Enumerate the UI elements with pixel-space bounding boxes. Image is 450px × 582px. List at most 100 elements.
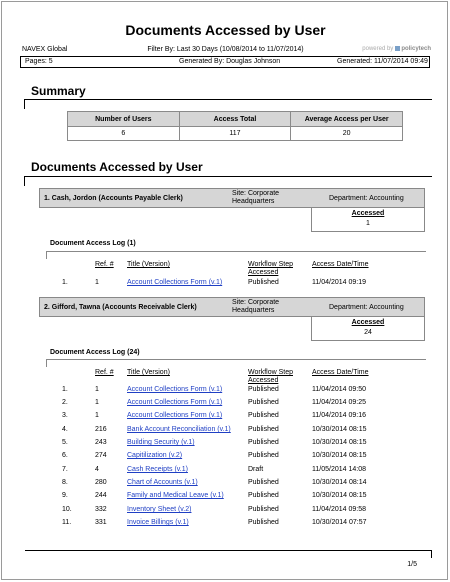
table-row: 5. 243 Building Security (v.1) Published… <box>2 439 449 452</box>
row-access-date: 11/04/2014 09:19 <box>312 279 366 286</box>
generated-at: Generated: 11/07/2014 09:49 <box>337 58 428 65</box>
row-access-date: 10/30/2014 08:15 <box>312 452 367 459</box>
column-ref: Ref. # <box>95 369 114 376</box>
row-access-date: 10/30/2014 08:15 <box>312 492 367 499</box>
document-link[interactable]: Invoice Billings (v.1) <box>127 519 189 526</box>
user-site: Site: Corporate Headquarters <box>232 190 280 205</box>
document-link[interactable]: Building Security (v.1) <box>127 439 195 446</box>
brand-logo: powered by policytech <box>362 46 431 52</box>
user-department: Department: Accounting <box>329 304 404 311</box>
row-number: 4. <box>62 426 68 433</box>
row-workflow-step: Published <box>248 519 279 526</box>
document-link[interactable]: Bank Account Reconciliation (v.1) <box>127 426 231 433</box>
footer-divider <box>25 550 432 558</box>
policytech-icon <box>395 46 401 51</box>
row-workflow-step: Published <box>248 426 279 433</box>
row-ref: 280 <box>95 479 107 486</box>
table-row: 7. 4 Cash Receipts (v.1) Draft 11/05/201… <box>2 466 449 479</box>
summary-value-users: 6 <box>67 126 180 141</box>
summary-header-average: Average Access per User <box>290 111 403 127</box>
row-access-date: 11/04/2014 09:50 <box>312 386 366 393</box>
row-ref: 1 <box>95 279 99 286</box>
table-row: 2. 1 Account Collections Form (v.1) Publ… <box>2 399 449 412</box>
accessed-label: Accessed <box>351 319 385 326</box>
table-row: 10. 332 Inventory Sheet (v.2) Published … <box>2 506 449 519</box>
row-number: 2. <box>62 399 68 406</box>
row-number: 1. <box>62 386 68 393</box>
row-ref: 1 <box>95 412 99 419</box>
accessed-count: 1 <box>366 220 370 227</box>
table-row: 8. 280 Chart of Accounts (v.1) Published… <box>2 479 449 492</box>
document-link[interactable]: Account Collections Form (v.1) <box>127 279 222 286</box>
column-access-date: Access Date/Time <box>312 261 369 268</box>
row-workflow-step: Published <box>248 506 279 513</box>
documents-section-title: Documents Accessed by User <box>31 160 203 174</box>
row-ref: 331 <box>95 519 107 526</box>
summary-divider <box>24 99 432 109</box>
summary-header-users: Number of Users <box>67 111 180 127</box>
row-ref: 1 <box>95 386 99 393</box>
document-link[interactable]: Cash Receipts (v.1) <box>127 466 188 473</box>
row-access-date: 10/30/2014 08:15 <box>312 439 367 446</box>
row-access-date: 10/30/2014 07:57 <box>312 519 367 526</box>
user-header: 1. Cash, Jordon (Accounts Payable Clerk)… <box>39 188 425 208</box>
row-number: 7. <box>62 466 68 473</box>
row-access-date: 11/04/2014 09:58 <box>312 506 366 513</box>
column-workflow-step: Workflow Step Accessed <box>248 369 293 384</box>
row-workflow-step: Published <box>248 452 279 459</box>
access-log-title: Document Access Log (1) <box>50 240 136 247</box>
column-title: Title (Version) <box>127 369 170 376</box>
row-ref: 243 <box>95 439 107 446</box>
document-link[interactable]: Family and Medical Leave (v.1) <box>127 492 224 499</box>
accessed-count: 24 <box>364 329 372 336</box>
report-title: Documents Accessed by User <box>125 22 326 38</box>
accessed-count-box: Accessed 1 <box>311 208 425 232</box>
row-workflow-step: Draft <box>248 466 264 473</box>
accessed-label: Accessed <box>351 210 385 217</box>
row-number: 5. <box>62 439 68 446</box>
row-workflow-step: Published <box>248 479 279 486</box>
row-number: 11. <box>62 519 72 526</box>
row-workflow-step: Published <box>248 399 279 406</box>
access-log-divider <box>46 251 426 259</box>
row-access-date: 11/05/2014 14:08 <box>312 466 366 473</box>
row-access-date: 11/04/2014 09:16 <box>312 412 366 419</box>
row-access-date: 11/04/2014 09:25 <box>312 399 366 406</box>
brand-prefix: powered by <box>362 46 394 53</box>
table-row: 4. 216 Bank Account Reconciliation (v.1)… <box>2 426 449 439</box>
report-page: Documents Accessed by User NAVEX Global … <box>1 1 448 580</box>
row-access-date: 10/30/2014 08:15 <box>312 426 367 433</box>
summary-value-access-total: 117 <box>178 126 292 141</box>
user-site: Site: Corporate Headquarters <box>232 299 280 314</box>
row-workflow-step: Published <box>248 439 279 446</box>
table-row: 1. 1 Account Collections Form (v.1) Publ… <box>2 386 449 399</box>
page-number: 1/5 <box>407 561 417 568</box>
summary-table: Number of Users Access Total Average Acc… <box>67 111 403 141</box>
row-number: 3. <box>62 412 68 419</box>
accessed-count-box: Accessed 24 <box>311 317 425 341</box>
row-workflow-step: Published <box>248 279 279 286</box>
document-link[interactable]: Account Collections Form (v.1) <box>127 412 222 419</box>
row-ref: 1 <box>95 399 99 406</box>
row-number: 9. <box>62 492 68 499</box>
user-name: 2. Gifford, Tawna (Accounts Receivable C… <box>44 304 197 311</box>
row-ref: 4 <box>95 466 99 473</box>
documents-section-divider <box>24 176 432 186</box>
table-row: 3. 1 Account Collections Form (v.1) Publ… <box>2 412 449 425</box>
row-number: 6. <box>62 452 68 459</box>
document-link[interactable]: Capitilization (v.2) <box>127 452 182 459</box>
row-number: 8. <box>62 479 68 486</box>
generated-by: Generated By: Douglas Johnson <box>179 58 281 65</box>
row-workflow-step: Published <box>248 412 279 419</box>
document-link[interactable]: Inventory Sheet (v.2) <box>127 506 191 513</box>
summary-header-access-total: Access Total <box>178 111 292 127</box>
document-link[interactable]: Chart of Accounts (v.1) <box>127 479 198 486</box>
row-ref: 216 <box>95 426 107 433</box>
row-workflow-step: Published <box>248 386 279 393</box>
row-ref: 274 <box>95 452 107 459</box>
row-access-date: 10/30/2014 08:14 <box>312 479 367 486</box>
document-link[interactable]: Account Collections Form (v.1) <box>127 399 222 406</box>
summary-title: Summary <box>31 84 86 98</box>
document-link[interactable]: Account Collections Form (v.1) <box>127 386 222 393</box>
table-row: 6. 274 Capitilization (v.2) Published 10… <box>2 452 449 465</box>
